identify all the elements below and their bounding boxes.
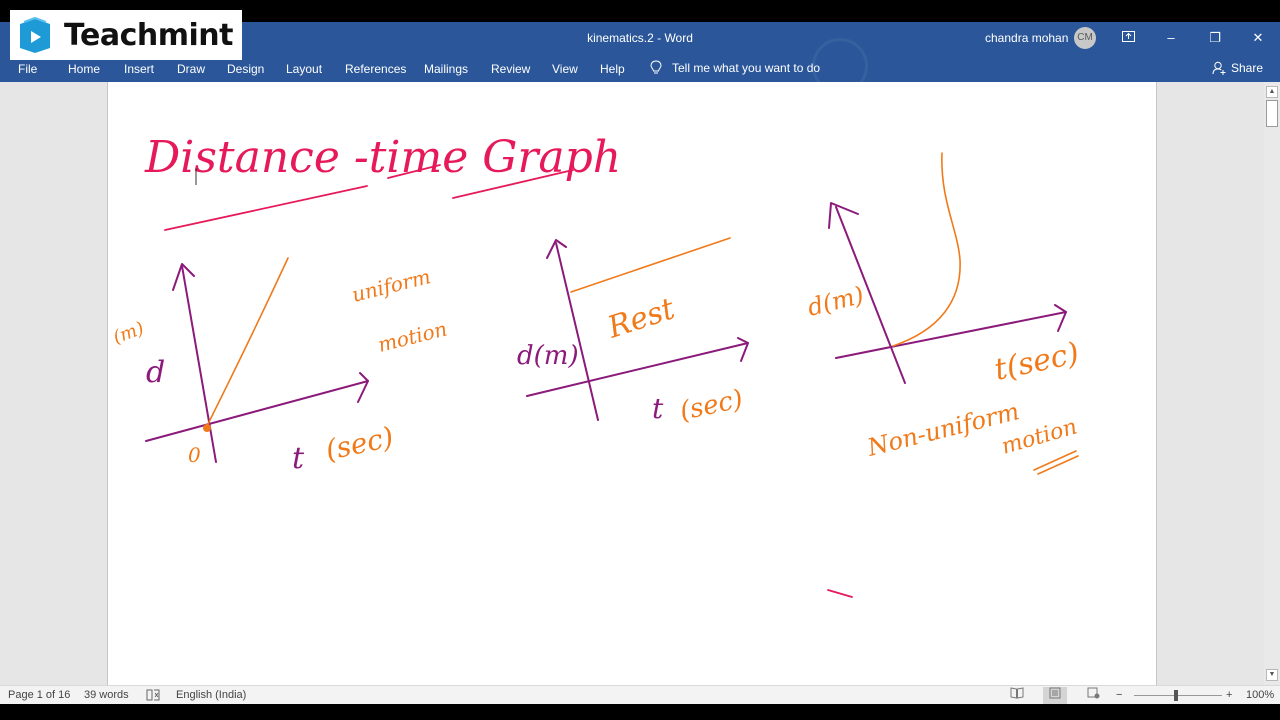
status-bar: Page 1 of 16 39 words English (India) − … bbox=[0, 685, 1280, 704]
graph2-y-label: d(m) bbox=[517, 341, 579, 371]
page-count[interactable]: Page 1 of 16 bbox=[8, 689, 70, 701]
graph1-x-arrow bbox=[357, 372, 369, 403]
graph1-x-unit: (sec) bbox=[323, 420, 397, 467]
graph3-y-label: d(m) bbox=[805, 281, 867, 322]
graph2-x-arrow bbox=[737, 337, 749, 362]
teachmint-book-play-icon bbox=[20, 16, 50, 53]
graph1-y-unit: (m) bbox=[110, 318, 146, 348]
zoom-in-button[interactable]: + bbox=[1226, 689, 1232, 701]
graph-rest: d(m) Rest t (sec) bbox=[517, 237, 749, 427]
zoom-level[interactable]: 100% bbox=[1246, 689, 1274, 701]
graph1-origin-dot bbox=[203, 424, 211, 432]
graph3-x-label: t(sec) bbox=[991, 336, 1082, 388]
web-layout-button[interactable] bbox=[1081, 687, 1105, 704]
proofing-button[interactable] bbox=[146, 689, 160, 704]
graph2-line bbox=[570, 237, 731, 293]
teachmint-logo: Teachmint bbox=[10, 10, 242, 60]
zoom-out-button[interactable]: − bbox=[1116, 689, 1122, 701]
vertical-scrollbar[interactable]: ▲ ▼ bbox=[1264, 82, 1280, 685]
scroll-thumb[interactable] bbox=[1266, 100, 1278, 127]
proofing-icon bbox=[146, 689, 160, 701]
read-mode-icon bbox=[1010, 687, 1024, 699]
zoom-slider-thumb[interactable] bbox=[1174, 690, 1178, 701]
graph1-y-axis bbox=[181, 265, 217, 463]
graph-uniform-motion: d (m) 0 t (sec) uniform motion bbox=[110, 257, 449, 476]
app-window: Teachmint kinematics.2 - Word chandra mo… bbox=[0, 0, 1280, 720]
graph1-y-label: d bbox=[146, 355, 165, 390]
graph-non-uniform-motion: d(m) t(sec) Non-uniform motion bbox=[805, 152, 1082, 475]
word-count[interactable]: 39 words bbox=[84, 689, 129, 701]
print-layout-icon bbox=[1049, 687, 1061, 699]
language[interactable]: English (India) bbox=[176, 689, 246, 701]
ink-layer: Distance -time Graph d (m) 0 t (sec) uni… bbox=[110, 132, 1082, 598]
web-layout-icon bbox=[1087, 687, 1099, 699]
graph2-x-unit: (sec) bbox=[677, 384, 745, 427]
zoom-slider[interactable] bbox=[1134, 695, 1222, 696]
graph1-caption-line1: uniform bbox=[349, 264, 433, 307]
graph1-origin-label: 0 bbox=[188, 443, 201, 467]
graph1-caption-line2: motion bbox=[375, 317, 449, 357]
graph3-caption-underline bbox=[1033, 450, 1079, 475]
scroll-down-button[interactable]: ▼ bbox=[1266, 669, 1278, 681]
graph2-caption: Rest bbox=[603, 291, 680, 346]
print-layout-button[interactable] bbox=[1043, 687, 1067, 704]
stray-pen-stroke bbox=[827, 589, 853, 598]
graph3-curve bbox=[892, 152, 961, 347]
read-mode-button[interactable] bbox=[1005, 687, 1029, 704]
graph3-caption-line1: Non-uniform bbox=[864, 397, 1022, 462]
scroll-up-button[interactable]: ▲ bbox=[1266, 86, 1278, 98]
graph1-x-label: t bbox=[292, 441, 305, 476]
heading-underline-1 bbox=[164, 185, 368, 231]
screen-border bbox=[0, 704, 1280, 720]
brand-name: Teachmint bbox=[64, 17, 233, 53]
graph1-line bbox=[205, 257, 289, 429]
graph2-x-label: t bbox=[652, 392, 664, 425]
graph2-y-axis bbox=[555, 242, 599, 421]
graph3-x-arrow bbox=[1054, 304, 1067, 332]
